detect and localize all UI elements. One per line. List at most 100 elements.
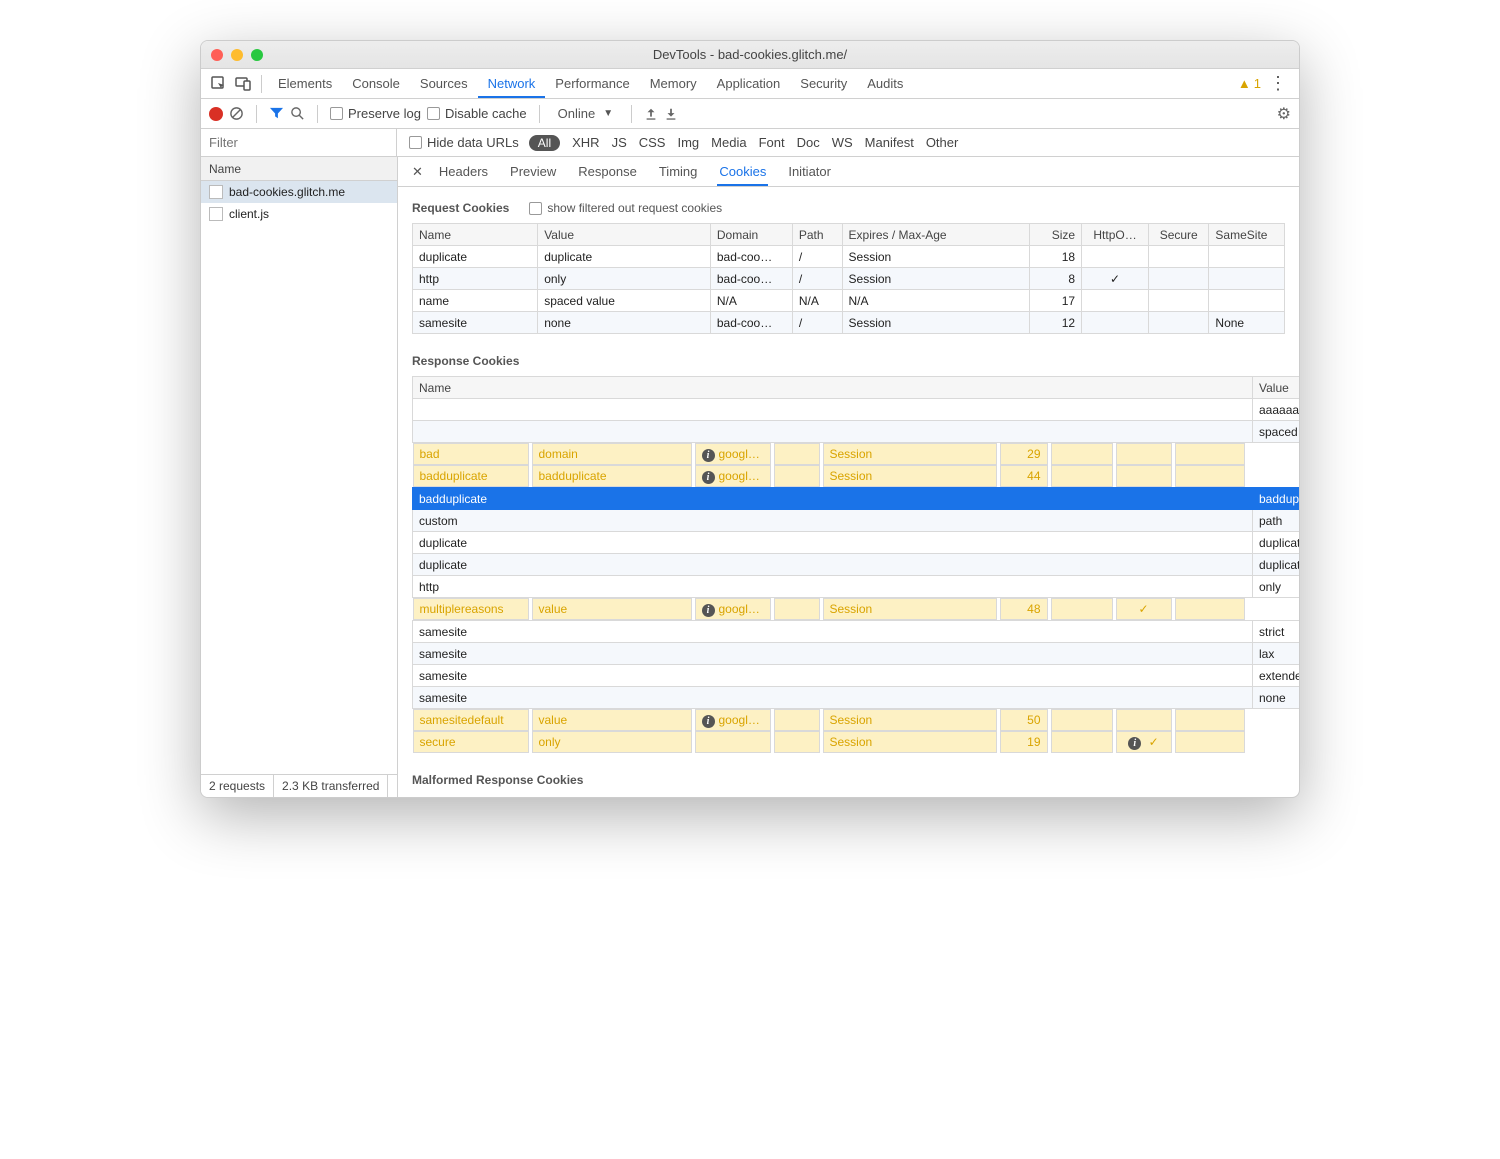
column-header[interactable]: Value bbox=[1253, 377, 1300, 399]
table-row[interactable]: duplicateduplicateSession20 bbox=[413, 554, 1300, 576]
info-icon: i bbox=[702, 715, 715, 728]
column-header[interactable]: Domain bbox=[710, 224, 792, 246]
titlebar: DevTools - bad-cookies.glitch.me/ bbox=[201, 41, 1299, 69]
clear-icon[interactable] bbox=[229, 106, 244, 121]
status-bar: 2 requests 2.3 KB transferred bbox=[201, 774, 397, 797]
table-row[interactable]: samesitestrictSession33Strict bbox=[413, 621, 1300, 643]
table-row[interactable]: duplicateduplicateSession20 bbox=[413, 532, 1300, 554]
download-icon[interactable] bbox=[664, 107, 678, 121]
table-row[interactable]: httponlySession20✓ bbox=[413, 576, 1300, 598]
requests-count: 2 requests bbox=[201, 775, 274, 797]
tab-performance[interactable]: Performance bbox=[545, 69, 639, 98]
table-row[interactable]: badduplicatebadduplicateigoogl…Session44 bbox=[413, 465, 1245, 487]
devtools-window: DevTools - bad-cookies.glitch.me/ Elemen… bbox=[200, 40, 1300, 798]
request-item[interactable]: client.js bbox=[201, 203, 397, 225]
subtab-cookies[interactable]: Cookies bbox=[717, 157, 768, 186]
response-cookies-table: NameValueDomainPathExpires / Max-AgeSize… bbox=[412, 376, 1299, 753]
filter-type-other[interactable]: Other bbox=[926, 135, 959, 150]
filter-type-media[interactable]: Media bbox=[711, 135, 746, 150]
filter-type-ws[interactable]: WS bbox=[832, 135, 853, 150]
subtab-preview[interactable]: Preview bbox=[508, 157, 558, 186]
filter-type-manifest[interactable]: Manifest bbox=[865, 135, 914, 150]
disable-cache-checkbox[interactable]: Disable cache bbox=[427, 106, 527, 121]
table-row[interactable]: custompath/cu…Session30 bbox=[413, 510, 1300, 532]
column-header[interactable]: Name bbox=[413, 377, 1253, 399]
tab-elements[interactable]: Elements bbox=[268, 69, 342, 98]
filter-row: Hide data URLs All XHR JS CSS Img Media Font Do… bbox=[201, 129, 1299, 157]
close-details-icon[interactable]: ✕ bbox=[412, 164, 423, 180]
subtab-headers[interactable]: Headers bbox=[437, 157, 490, 186]
issues-badge[interactable]: ▲ 1 bbox=[1238, 76, 1261, 91]
filter-type-font[interactable]: Font bbox=[759, 135, 785, 150]
column-header[interactable]: Name bbox=[413, 224, 538, 246]
column-header[interactable]: Secure bbox=[1149, 224, 1209, 246]
minimize-window-button[interactable] bbox=[231, 49, 243, 61]
throttling-select[interactable]: Online▼ bbox=[552, 106, 619, 121]
column-header[interactable]: Path bbox=[792, 224, 842, 246]
filter-icon[interactable] bbox=[269, 106, 284, 121]
request-list-sidebar: Name bad-cookies.glitch.meclient.js 2 re… bbox=[201, 157, 398, 797]
column-header[interactable]: Size bbox=[1030, 224, 1082, 246]
filter-type-doc[interactable]: Doc bbox=[797, 135, 820, 150]
device-toggle-icon[interactable] bbox=[234, 75, 252, 93]
column-header[interactable]: SameSite bbox=[1209, 224, 1285, 246]
table-row[interactable]: duplicateduplicatebad-coo…/Session18 bbox=[413, 246, 1285, 268]
table-row[interactable]: aaaaaaaaaaaaaSession15 bbox=[413, 399, 1300, 421]
preserve-log-checkbox[interactable]: Preserve log bbox=[330, 106, 421, 121]
tab-memory[interactable]: Memory bbox=[640, 69, 707, 98]
tab-sources[interactable]: Sources bbox=[410, 69, 478, 98]
inspect-icon[interactable] bbox=[210, 75, 228, 93]
filter-type-xhr[interactable]: XHR bbox=[572, 135, 599, 150]
table-row[interactable]: samesitenonebad-coo…/Session12None bbox=[413, 312, 1285, 334]
column-header[interactable]: Value bbox=[538, 224, 711, 246]
subtab-timing[interactable]: Timing bbox=[657, 157, 700, 186]
filter-type-js[interactable]: JS bbox=[612, 135, 627, 150]
search-icon[interactable] bbox=[290, 106, 305, 121]
subtab-initiator[interactable]: Initiator bbox=[786, 157, 833, 186]
table-row[interactable]: httponlybad-coo…/Session8✓ bbox=[413, 268, 1285, 290]
filter-type-css[interactable]: CSS bbox=[639, 135, 666, 150]
request-item[interactable]: bad-cookies.glitch.me bbox=[201, 181, 397, 203]
sidebar-header[interactable]: Name bbox=[201, 157, 397, 181]
column-header[interactable]: HttpO… bbox=[1082, 224, 1149, 246]
table-row[interactable]: multiplereasonsvalueigoogl…Session48✓ bbox=[413, 598, 1245, 620]
tab-security[interactable]: Security bbox=[790, 69, 857, 98]
table-row[interactable]: samesitelaxSession27Lax bbox=[413, 643, 1300, 665]
table-row[interactable]: samesitedefaultvalueigoogl…Session50 bbox=[413, 709, 1245, 731]
info-icon: i bbox=[1128, 737, 1141, 750]
tab-audits[interactable]: Audits bbox=[857, 69, 913, 98]
more-menu-icon[interactable]: ⋮ bbox=[1269, 73, 1287, 94]
zoom-window-button[interactable] bbox=[251, 49, 263, 61]
panel-body: Name bad-cookies.glitch.meclient.js 2 re… bbox=[201, 157, 1299, 797]
subtab-response[interactable]: Response bbox=[576, 157, 639, 186]
tab-network[interactable]: Network bbox=[478, 69, 546, 98]
table-row[interactable]: baddomainigoogl…Session29 bbox=[413, 443, 1245, 465]
filter-type-all[interactable]: All bbox=[529, 135, 560, 151]
hide-data-urls-checkbox[interactable]: Hide data URLs bbox=[409, 135, 519, 150]
record-button[interactable] bbox=[209, 107, 223, 121]
tab-application[interactable]: Application bbox=[707, 69, 791, 98]
main-tabs-bar: ElementsConsoleSourcesNetworkPerformance… bbox=[201, 69, 1299, 99]
table-row[interactable]: secureonlySession19i ✓ bbox=[413, 731, 1245, 753]
filter-type-img[interactable]: Img bbox=[677, 135, 699, 150]
info-icon: i bbox=[702, 471, 715, 484]
info-icon: i bbox=[702, 449, 715, 462]
network-toolbar: Preserve log Disable cache Online▼ ⚙ bbox=[201, 99, 1299, 129]
transferred-size: 2.3 KB transferred bbox=[274, 775, 388, 797]
table-row[interactable]: badduplicatebadduplicateigoogl…Session44 bbox=[413, 488, 1300, 510]
upload-icon[interactable] bbox=[644, 107, 658, 121]
malformed-cookies-header: Malformed Response Cookies bbox=[398, 769, 1299, 795]
column-header[interactable]: Expires / Max-Age bbox=[842, 224, 1030, 246]
table-row[interactable]: samesitenoneSession29None bbox=[413, 687, 1300, 709]
detail-subtabs: ✕ Headers Preview Response Timing Cookies Ini… bbox=[398, 157, 1299, 187]
filter-input[interactable] bbox=[201, 129, 397, 156]
tab-console[interactable]: Console bbox=[342, 69, 410, 98]
info-icon: i bbox=[702, 604, 715, 617]
settings-icon[interactable]: ⚙ bbox=[1277, 104, 1291, 124]
table-row[interactable]: samesiteextendedSession37Extended bbox=[413, 665, 1300, 687]
table-row[interactable]: spacedSession27 bbox=[413, 421, 1300, 443]
show-filtered-checkbox[interactable]: show filtered out request cookies bbox=[529, 201, 722, 215]
table-row[interactable]: namespaced valueN/AN/AN/A17 bbox=[413, 290, 1285, 312]
response-cookies-header: Response Cookies bbox=[398, 350, 1299, 376]
close-window-button[interactable] bbox=[211, 49, 223, 61]
